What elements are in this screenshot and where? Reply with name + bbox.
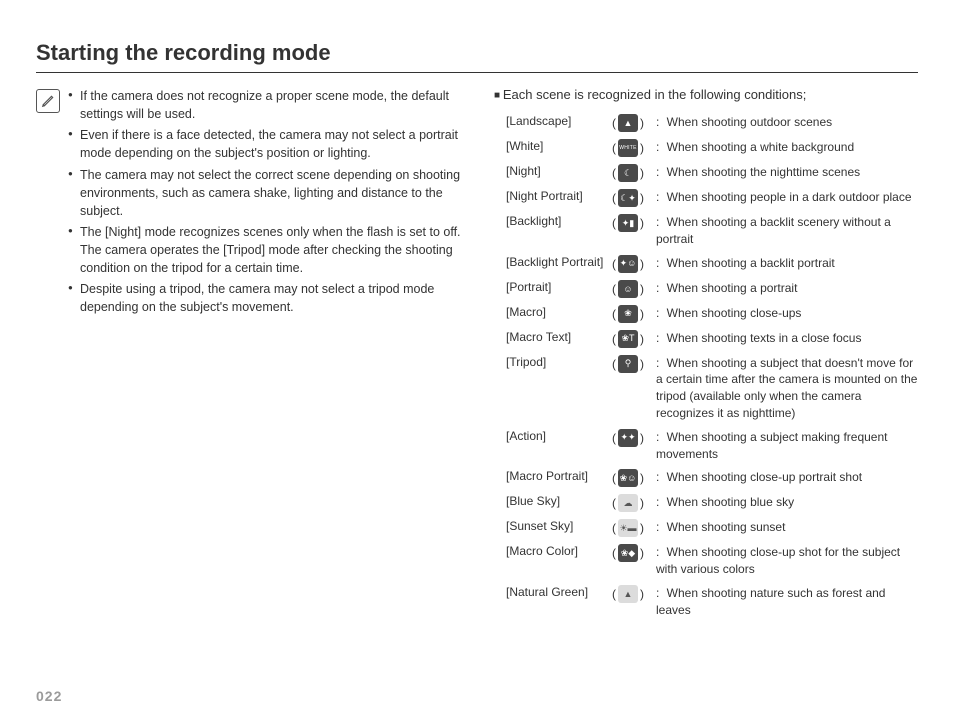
- portrait-icon: ☺: [618, 280, 638, 298]
- natural-green-icon: ▲: [618, 585, 638, 603]
- scene-icon-cell: (☺): [612, 280, 656, 298]
- notes-column: If the camera does not recognize a prope…: [36, 87, 466, 626]
- scene-row: [Macro](❀): When shooting close-ups: [506, 305, 918, 323]
- note-item: Even if there is a face detected, the ca…: [68, 126, 466, 162]
- scene-description: : When shooting a subject making frequen…: [656, 429, 918, 463]
- scene-description: : When shooting texts in a close focus: [656, 330, 918, 347]
- scene-icon-cell: (▲): [612, 585, 656, 603]
- scene-description: : When shooting people in a dark outdoor…: [656, 189, 918, 206]
- scene-row: [Blue Sky](☁): When shooting blue sky: [506, 494, 918, 512]
- scene-description: : When shooting a white background: [656, 139, 918, 156]
- content-columns: If the camera does not recognize a prope…: [36, 87, 918, 626]
- scene-row: [Landscape](▲): When shooting outdoor sc…: [506, 114, 918, 132]
- scene-description: : When shooting blue sky: [656, 494, 918, 511]
- scenes-column: Each scene is recognized in the followin…: [494, 87, 918, 626]
- backlight-portrait-icon: ✦☺: [618, 255, 638, 273]
- scene-name: [Landscape]: [506, 114, 612, 128]
- scene-description: : When shooting the nighttime scenes: [656, 164, 918, 181]
- page-title: Starting the recording mode: [36, 40, 918, 66]
- scene-name: [Macro Portrait]: [506, 469, 612, 483]
- white-icon: WHITE: [618, 139, 638, 157]
- scene-icon-cell: (▲): [612, 114, 656, 132]
- landscape-icon: ▲: [618, 114, 638, 132]
- night-portrait-icon: ☾✦: [618, 189, 638, 207]
- scene-name: [Tripod]: [506, 355, 612, 369]
- scene-description: : When shooting close-up shot for the su…: [656, 544, 918, 578]
- action-icon: ✦✦: [618, 429, 638, 447]
- note-item: If the camera does not recognize a prope…: [68, 87, 466, 123]
- scene-icon-cell: (☀▬): [612, 519, 656, 537]
- scene-description: : When shooting a portrait: [656, 280, 918, 297]
- scene-row: [Tripod](⚲): When shooting a subject tha…: [506, 355, 918, 422]
- note-item: Despite using a tripod, the camera may n…: [68, 280, 466, 316]
- scene-row: [Natural Green](▲): When shooting nature…: [506, 585, 918, 619]
- scene-name: [Natural Green]: [506, 585, 612, 599]
- scene-description: : When shooting a backlit scenery withou…: [656, 214, 918, 248]
- scene-row: [Macro Color](❀◆): When shooting close-u…: [506, 544, 918, 578]
- scene-icon-cell: (❀): [612, 305, 656, 323]
- scene-icon-cell: (✦☺): [612, 255, 656, 273]
- scene-description: : When shooting close-ups: [656, 305, 918, 322]
- scene-description: : When shooting a subject that doesn't m…: [656, 355, 918, 422]
- note-item: The [Night] mode recognizes scenes only …: [68, 223, 466, 277]
- scene-row: [Night Portrait](☾✦): When shooting peop…: [506, 189, 918, 207]
- page-number: 022: [36, 688, 62, 704]
- scene-table: [Landscape](▲): When shooting outdoor sc…: [494, 114, 918, 619]
- scene-row: [Action](✦✦): When shooting a subject ma…: [506, 429, 918, 463]
- scene-icon-cell: (✦▮): [612, 214, 656, 232]
- scene-icon-cell: (❀☺): [612, 469, 656, 487]
- macro-portrait-icon: ❀☺: [618, 469, 638, 487]
- title-divider: [36, 72, 918, 73]
- notes-list: If the camera does not recognize a prope…: [68, 87, 466, 626]
- scene-row: [Macro Text](❀T): When shooting texts in…: [506, 330, 918, 348]
- scene-name: [Sunset Sky]: [506, 519, 612, 533]
- scene-icon-cell: (☾): [612, 164, 656, 182]
- scene-name: [Backlight Portrait]: [506, 255, 612, 269]
- scene-name: [Macro Color]: [506, 544, 612, 558]
- scene-intro: Each scene is recognized in the followin…: [494, 87, 918, 102]
- scene-description: : When shooting sunset: [656, 519, 918, 536]
- scene-row: [Portrait](☺): When shooting a portrait: [506, 280, 918, 298]
- scene-icon-cell: (❀◆): [612, 544, 656, 562]
- scene-name: [White]: [506, 139, 612, 153]
- scene-icon-cell: (⚲): [612, 355, 656, 373]
- scene-description: : When shooting nature such as forest an…: [656, 585, 918, 619]
- scene-row: [Macro Portrait](❀☺): When shooting clos…: [506, 469, 918, 487]
- scene-name: [Night]: [506, 164, 612, 178]
- scene-name: [Blue Sky]: [506, 494, 612, 508]
- scene-row: [Backlight Portrait](✦☺): When shooting …: [506, 255, 918, 273]
- scene-name: [Macro]: [506, 305, 612, 319]
- scene-name: [Action]: [506, 429, 612, 443]
- macro-color-icon: ❀◆: [618, 544, 638, 562]
- scene-row: [Night](☾): When shooting the nighttime …: [506, 164, 918, 182]
- macro-text-icon: ❀T: [618, 330, 638, 348]
- scene-description: : When shooting a backlit portrait: [656, 255, 918, 272]
- scene-icon-cell: (❀T): [612, 330, 656, 348]
- scene-name: [Macro Text]: [506, 330, 612, 344]
- tripod-icon: ⚲: [618, 355, 638, 373]
- note-item: The camera may not select the correct sc…: [68, 166, 466, 220]
- scene-row: [Sunset Sky](☀▬): When shooting sunset: [506, 519, 918, 537]
- macro-icon: ❀: [618, 305, 638, 323]
- blue-sky-icon: ☁: [618, 494, 638, 512]
- night-icon: ☾: [618, 164, 638, 182]
- scene-name: [Night Portrait]: [506, 189, 612, 203]
- scene-icon-cell: (☾✦): [612, 189, 656, 207]
- note-icon: [36, 89, 60, 113]
- sunset-sky-icon: ☀▬: [618, 519, 638, 537]
- scene-icon-cell: (✦✦): [612, 429, 656, 447]
- backlight-icon: ✦▮: [618, 214, 638, 232]
- scene-description: : When shooting close-up portrait shot: [656, 469, 918, 486]
- scene-name: [Portrait]: [506, 280, 612, 294]
- scene-description: : When shooting outdoor scenes: [656, 114, 918, 131]
- scene-icon-cell: (☁): [612, 494, 656, 512]
- scene-row: [White](WHITE): When shooting a white ba…: [506, 139, 918, 157]
- scene-row: [Backlight](✦▮): When shooting a backlit…: [506, 214, 918, 248]
- scene-icon-cell: (WHITE): [612, 139, 656, 157]
- scene-name: [Backlight]: [506, 214, 612, 228]
